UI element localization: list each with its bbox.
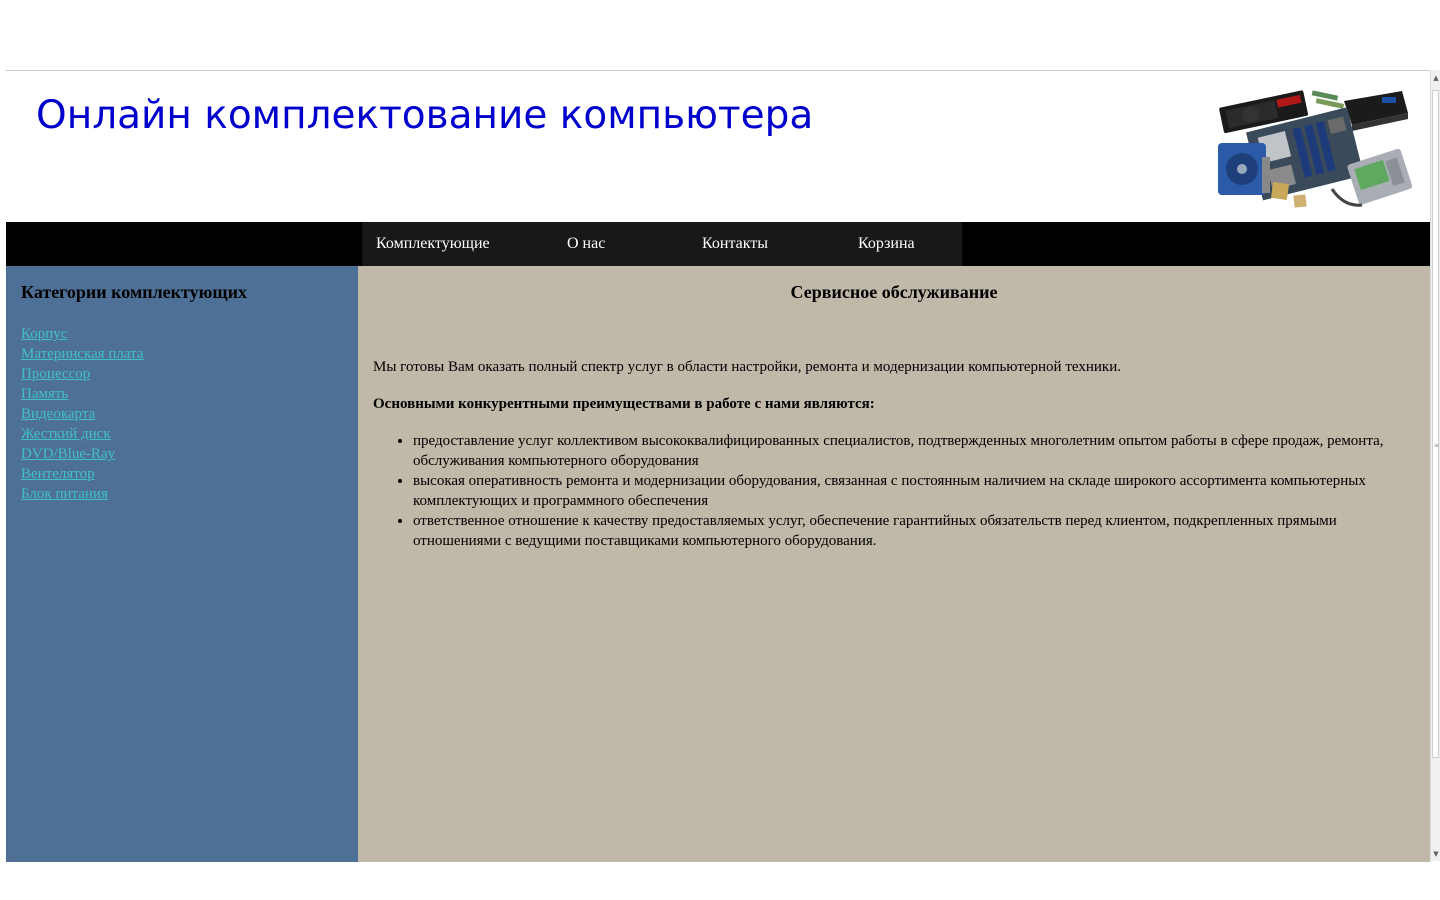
list-item: Память — [21, 384, 144, 404]
category-link-dvd-bluray[interactable]: DVD/Blue-Ray — [21, 446, 115, 462]
main-content: Сервисное обслуживание Мы готовы Вам ока… — [358, 266, 1430, 862]
category-list: Корпус Материнская плата Процессор Памят… — [21, 324, 144, 504]
intro-paragraph: Мы готовы Вам оказать полный спектр услу… — [373, 359, 1121, 375]
category-link-motherboard[interactable]: Материнская плата — [21, 346, 144, 362]
nav-menu: Комплектующие О нас Контакты Корзина — [362, 222, 962, 266]
scroll-thumb[interactable]: ≡ — [1432, 90, 1439, 758]
nav-item-cart[interactable]: Корзина — [858, 222, 915, 266]
nav-item-components[interactable]: Комплектующие — [376, 222, 490, 266]
nav-item-contacts[interactable]: Контакты — [702, 222, 768, 266]
nav-item-about[interactable]: О нас — [567, 222, 605, 266]
list-item: предоставление услуг коллективом высокок… — [413, 431, 1413, 471]
category-link-memory[interactable]: Память — [21, 386, 68, 402]
list-item: ответственное отношение к качеству предо… — [413, 511, 1413, 551]
top-navigation-bar: Комплектующие О нас Контакты Корзина — [6, 222, 1430, 266]
list-item: Материнская плата — [21, 344, 144, 364]
category-link-fan[interactable]: Вентелятор — [21, 466, 95, 482]
scroll-down-icon[interactable]: ▼ — [1432, 850, 1440, 858]
list-item: Жесткий диск — [21, 424, 144, 444]
category-link-videocard[interactable]: Видеокарта — [21, 406, 95, 422]
sidebar-title: Категории комплектующих — [21, 282, 247, 302]
category-link-power-supply[interactable]: Блок питания — [21, 486, 108, 502]
list-item: DVD/Blue-Ray — [21, 444, 144, 464]
site-title: Онлайн комплектование компьютера — [36, 93, 814, 138]
computer-components-image — [1218, 90, 1412, 208]
advantages-heading: Основными конкурентными преимуществами в… — [373, 396, 875, 412]
categories-sidebar: Категории комплектующих Корпус Материнск… — [6, 266, 358, 862]
resize-grip-icon: ⌟ — [8, 852, 12, 861]
list-item: Видеокарта — [21, 404, 144, 424]
list-item: Вентелятор — [21, 464, 144, 484]
list-item: высокая оперативность ремонта и модерниз… — [413, 471, 1413, 511]
list-item: Процессор — [21, 364, 144, 384]
list-item: Корпус — [21, 324, 144, 344]
page-title: Сервисное обслуживание — [790, 282, 998, 302]
list-item: Блок питания — [21, 484, 144, 504]
scroll-up-icon[interactable]: ▲ — [1432, 74, 1440, 82]
category-link-hard-disk[interactable]: Жесткий диск — [21, 426, 111, 442]
category-link-processor[interactable]: Процессор — [21, 366, 90, 382]
grip-icon: ≡ — [1434, 442, 1440, 449]
category-link-case[interactable]: Корпус — [21, 326, 67, 342]
vertical-scrollbar[interactable]: ▲ ≡ ▼ — [1430, 70, 1440, 861]
advantages-list: предоставление услуг коллективом высокок… — [413, 431, 1413, 551]
site-header: Онлайн комплектование компьютера — [6, 71, 1430, 222]
page-viewport: Онлайн комплектование компьютера Комплек… — [6, 70, 1430, 862]
